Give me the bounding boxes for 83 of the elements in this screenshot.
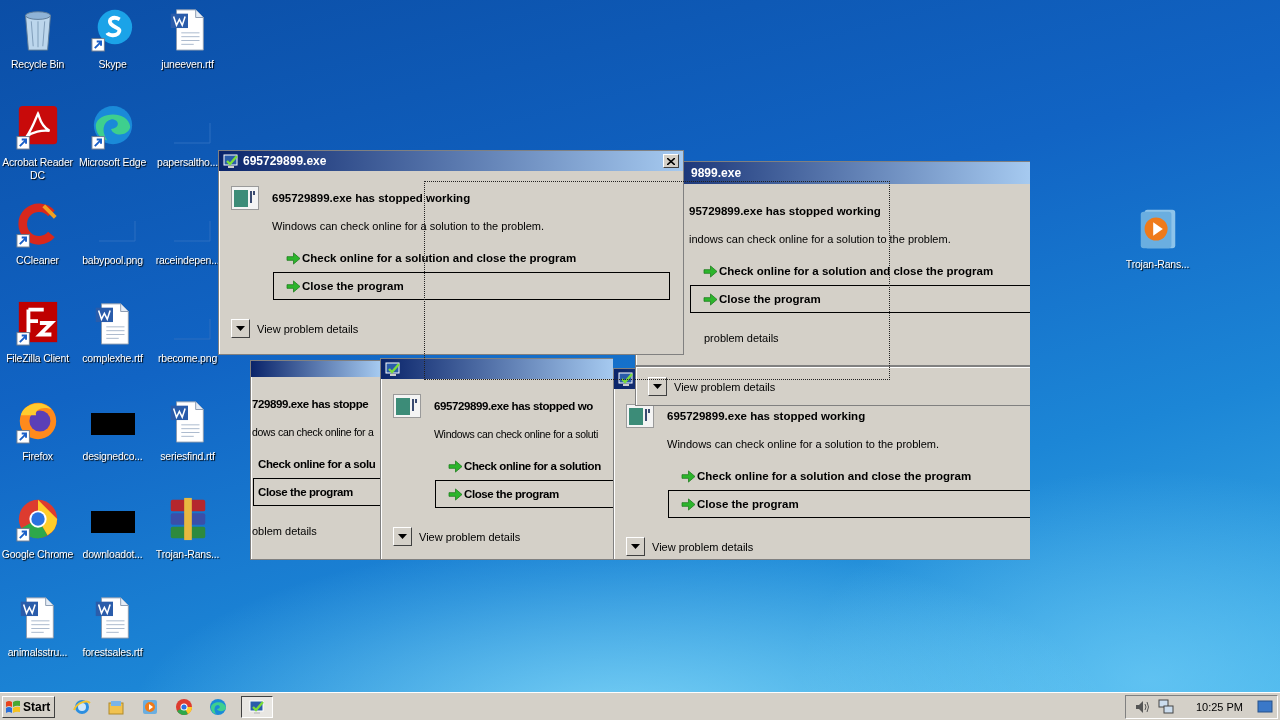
expand-button[interactable] xyxy=(393,527,412,546)
error-message: Windows can check online for a soluti xyxy=(434,427,599,441)
icon-label[interactable]: papersaltho... xyxy=(157,156,218,169)
icon-label[interactable]: Google Chrome xyxy=(1,548,74,561)
close-icon xyxy=(667,157,675,165)
details-label[interactable]: View problem details xyxy=(257,322,359,335)
icon-label[interactable]: Skype xyxy=(98,58,127,71)
show-desktop-icon[interactable] xyxy=(1257,698,1273,715)
option-button[interactable]: Close the program xyxy=(690,285,1030,313)
arrow-icon xyxy=(448,487,463,501)
arrow-icon xyxy=(703,292,718,306)
icon-label[interactable]: downloadot... xyxy=(82,548,143,561)
icon-label[interactable]: Recycle Bin xyxy=(10,58,65,71)
details-label[interactable]: View problem details xyxy=(652,540,754,553)
icon-label[interactable]: babypool.png xyxy=(82,254,143,267)
app-icon xyxy=(385,361,401,377)
option-button[interactable]: Check online for a solu xyxy=(253,450,380,478)
option-button[interactable]: Check online for a solution and close the program xyxy=(273,244,670,272)
option-button[interactable]: Check online for a solution and close the program xyxy=(690,257,1030,285)
icon-label[interactable]: forestsales.rtf xyxy=(82,646,143,659)
taskbar-button[interactable] xyxy=(241,695,274,718)
arrow-icon xyxy=(448,459,463,473)
icon-label[interactable]: animalsstru... xyxy=(7,646,68,659)
details-label[interactable]: View problem details xyxy=(674,380,776,393)
error-heading: 695729899.exe has stopped wo xyxy=(434,400,593,412)
expand-button[interactable] xyxy=(231,319,250,338)
program-icon xyxy=(393,394,421,418)
windows-logo-icon xyxy=(5,699,21,714)
error-message: Windows can check online for a solution to the problem. xyxy=(272,219,546,233)
caret-icon xyxy=(398,534,407,539)
error-message: Windows can check online for a solution to the problem. xyxy=(667,437,941,451)
close-button[interactable] xyxy=(663,154,679,168)
arrow-icon xyxy=(286,251,301,265)
arrow-icon xyxy=(681,469,696,483)
expand-button[interactable] xyxy=(626,537,645,556)
caret-icon xyxy=(653,384,662,389)
media-player-icon[interactable] xyxy=(141,697,160,716)
icon-label[interactable]: Trojan-Rans... xyxy=(155,548,220,561)
icon-label[interactable]: raceindepen... xyxy=(155,254,220,267)
caret-icon xyxy=(236,326,245,331)
app-icon xyxy=(618,371,634,387)
expand-button[interactable] xyxy=(648,377,667,396)
chrome-icon[interactable] xyxy=(175,697,194,716)
icon-label[interactable]: CCleaner xyxy=(16,254,59,267)
network-icon[interactable] xyxy=(1157,698,1174,715)
error-heading: 695729899.exe has stopped working xyxy=(667,410,866,422)
icon-label[interactable]: Firefox xyxy=(22,450,53,463)
arrow-icon xyxy=(286,279,301,293)
icon-label[interactable]: complexhe.rtf xyxy=(82,352,143,365)
details-label[interactable]: oblem details xyxy=(252,525,317,537)
app-icon xyxy=(223,153,239,169)
details-label[interactable]: View problem details xyxy=(419,530,521,543)
program-icon xyxy=(231,186,259,210)
option-button[interactable]: Close the program xyxy=(273,272,670,300)
details-label[interactable]: problem details xyxy=(704,332,779,344)
app-icon xyxy=(249,698,266,715)
program-icon xyxy=(626,404,654,428)
error-heading: 95729899.exe has stopped working xyxy=(689,205,881,217)
error-message: dows can check online for a xyxy=(252,425,375,439)
arrow-icon xyxy=(681,497,696,511)
arrow-icon xyxy=(703,264,718,278)
window-title: 9899.exe xyxy=(691,166,742,180)
option-button[interactable]: Close the program xyxy=(668,490,1030,518)
icon-label[interactable]: designedco... xyxy=(82,450,143,463)
start-button[interactable]: Start xyxy=(2,695,56,718)
window-title: 695729899.exe xyxy=(243,154,327,168)
option-button[interactable]: Check online for a solution and close the program xyxy=(668,462,1030,490)
clock[interactable]: 10:25 PM xyxy=(1195,700,1243,713)
icon-label[interactable]: FileZilla Client xyxy=(6,352,69,365)
error-message: indows can check online for a solution to the problem. xyxy=(689,232,952,246)
internet-explorer-icon[interactable] xyxy=(73,697,92,716)
option-button[interactable]: Close the program xyxy=(253,478,380,506)
option-button[interactable]: Close the program xyxy=(435,480,613,508)
icon-label[interactable]: Acrobat Reader DC xyxy=(0,156,75,182)
caret-icon xyxy=(631,544,640,549)
error-heading: 729899.exe has stoppe xyxy=(252,398,369,410)
icon-label[interactable]: juneeven.rtf xyxy=(161,58,214,71)
icon-label[interactable]: seriesfind.rtf xyxy=(160,450,215,463)
icon-label[interactable]: Trojan-Rans... xyxy=(1125,258,1190,271)
option-button[interactable]: Check online for a solution xyxy=(435,452,613,480)
error-heading: 695729899.exe has stopped working xyxy=(272,192,471,204)
icon-label[interactable]: Microsoft Edge xyxy=(78,156,147,169)
icon-label[interactable]: rbecome.png xyxy=(157,352,218,365)
